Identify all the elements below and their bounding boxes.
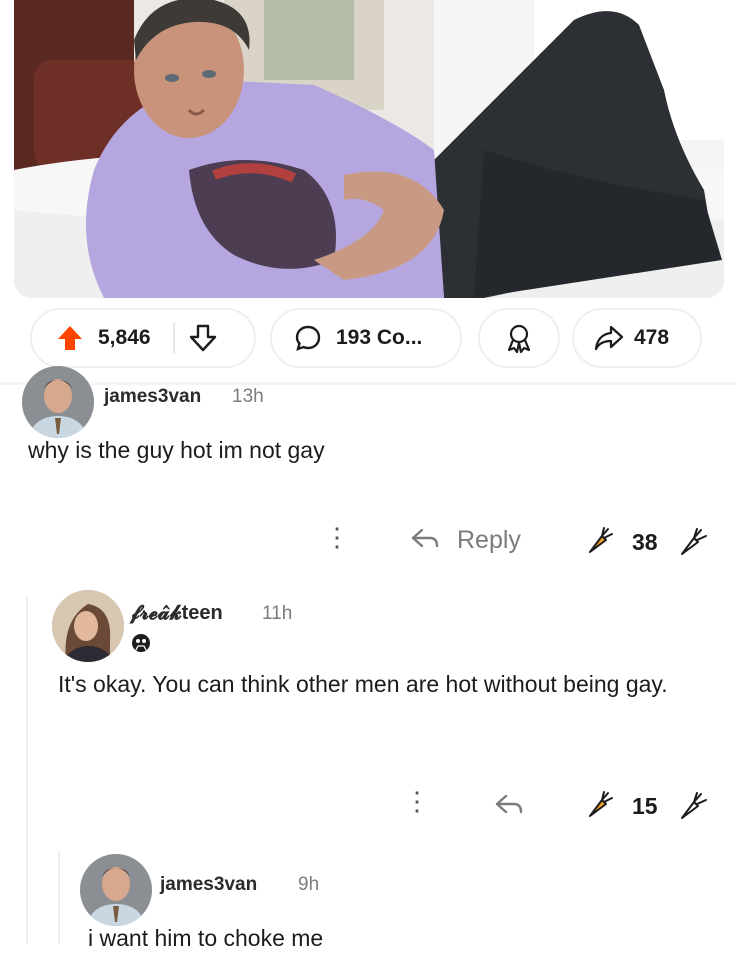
- speech-bubble-icon: [295, 325, 321, 351]
- more-dots-icon[interactable]: ⋮: [324, 524, 350, 550]
- divider: [0, 382, 736, 385]
- carrot-up-icon[interactable]: [584, 790, 614, 820]
- post-action-bar: 5,846 193 Co... 478: [0, 300, 736, 378]
- avatar[interactable]: [52, 590, 124, 662]
- comment-username[interactable]: james3van: [160, 874, 257, 896]
- comment-age: 13h: [232, 386, 264, 407]
- avatar[interactable]: [80, 854, 152, 926]
- share-count: 478: [634, 326, 670, 349]
- comment-username[interactable]: 𝓯𝓻𝓮𝓪̂𝓴teen: [130, 602, 223, 625]
- comment-vote-count: 15: [632, 793, 658, 819]
- comment-body: It's okay. You can think other men are h…: [58, 671, 668, 697]
- avatar[interactable]: [22, 366, 94, 438]
- comment-actions: ⋮ Reply 38: [0, 520, 736, 560]
- vote-control: 5,846: [30, 308, 256, 368]
- comment-username[interactable]: james3van: [104, 386, 201, 408]
- post-image[interactable]: [14, 0, 724, 298]
- comment-actions: ⋮ 15: [0, 784, 736, 824]
- carrot-up-icon[interactable]: [584, 526, 614, 556]
- vote-divider: [172, 323, 175, 353]
- reply-button[interactable]: Reply: [457, 526, 521, 555]
- share-arrow-icon: [594, 325, 624, 351]
- thread-line[interactable]: [26, 596, 28, 944]
- carrot-down-icon[interactable]: [676, 524, 710, 558]
- arrow-up-icon[interactable]: [56, 324, 84, 352]
- avatar-image: [22, 366, 94, 438]
- award-icon: [507, 324, 531, 354]
- comment-body: i want him to choke me: [88, 925, 324, 951]
- comments-button[interactable]: 193 Co...: [270, 308, 462, 368]
- share-button[interactable]: 478: [572, 308, 702, 368]
- avatar-image: [80, 854, 152, 926]
- avatar-image: [52, 590, 124, 662]
- post-photo: [14, 0, 724, 298]
- reply-arrow-icon[interactable]: [494, 792, 524, 818]
- comment-vote-count: 38: [632, 529, 658, 555]
- award-button[interactable]: [478, 308, 560, 368]
- comment-age: 11h: [262, 603, 293, 624]
- more-dots-icon[interactable]: ⋮: [404, 788, 430, 814]
- comment-count: 193 Co...: [336, 326, 423, 349]
- upvote-count: 5,846: [98, 326, 151, 349]
- user-flair-icon: [132, 634, 150, 652]
- comment-age: 9h: [298, 874, 320, 895]
- carrot-down-icon[interactable]: [676, 788, 710, 822]
- arrow-down-icon[interactable]: [189, 324, 217, 352]
- reply-arrow-icon[interactable]: [410, 526, 440, 552]
- comment-body: why is the guy hot im not gay: [28, 437, 325, 463]
- thread-line[interactable]: [58, 850, 60, 944]
